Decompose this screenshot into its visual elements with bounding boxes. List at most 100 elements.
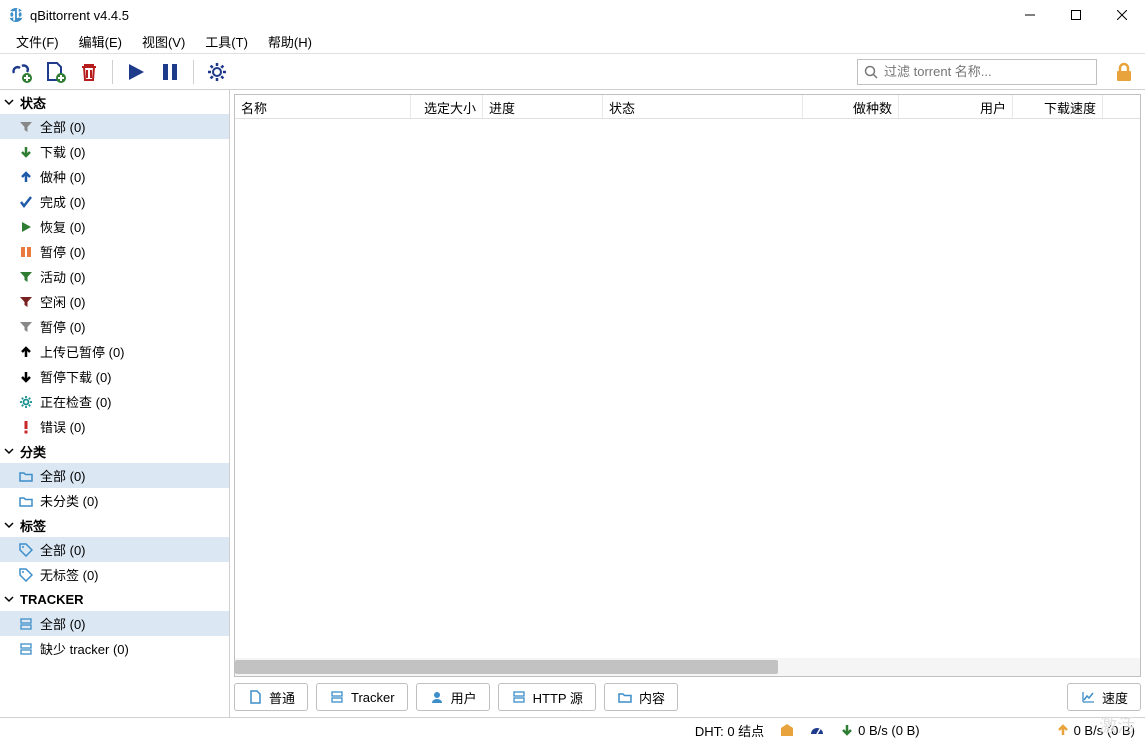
section-header[interactable]: 分类	[0, 439, 229, 463]
filter-label: 下载 (0)	[40, 142, 86, 161]
main-area: 名称选定大小进度状态做种数用户下载速度 普通Tracker用户HTTP 源内容 …	[230, 90, 1145, 717]
menu-file[interactable]: 文件(F)	[6, 30, 69, 53]
filter-label: 恢复 (0)	[40, 217, 86, 236]
filter-label: 无标签 (0)	[40, 565, 99, 584]
resume-button[interactable]	[121, 57, 151, 87]
filter-item[interactable]: 活动 (0)	[0, 264, 229, 289]
horizontal-scrollbar[interactable]	[235, 658, 1140, 676]
pause-orange-icon	[18, 244, 34, 260]
filter-label: 全部 (0)	[40, 117, 86, 136]
chevron-down-icon	[4, 446, 16, 456]
filter-item[interactable]: 全部 (0)	[0, 114, 229, 139]
table-header: 名称选定大小进度状态做种数用户下载速度	[235, 95, 1140, 119]
check-blue-icon	[18, 194, 34, 210]
filter-item[interactable]: 全部 (0)	[0, 463, 229, 488]
folder-blue-icon	[18, 468, 34, 484]
tab-speed[interactable]: 速度	[1067, 683, 1141, 711]
column-header[interactable]: 选定大小	[411, 95, 483, 118]
doc-icon	[247, 689, 263, 705]
column-header[interactable]: 名称	[235, 95, 411, 118]
filter-item[interactable]: 暂停 (0)	[0, 239, 229, 264]
menu-view[interactable]: 视图(V)	[132, 30, 195, 53]
dl-speed-label: 0 B/s (0 B)	[858, 723, 919, 738]
tab-普通[interactable]: 普通	[234, 683, 308, 711]
lock-button[interactable]	[1109, 57, 1139, 87]
section-header[interactable]: 状态	[0, 90, 229, 114]
column-header[interactable]: 状态	[603, 95, 803, 118]
download-speed[interactable]: 0 B/s (0 B)	[840, 723, 919, 738]
window-title: qBittorrent v4.4.5	[30, 8, 1007, 23]
filter-item[interactable]: 缺少 tracker (0)	[0, 636, 229, 661]
menu-edit[interactable]: 编辑(E)	[69, 30, 132, 53]
filter-search-box[interactable]	[857, 59, 1097, 85]
funnel-gray-icon	[18, 319, 34, 335]
filter-item[interactable]: 上传已暂停 (0)	[0, 339, 229, 364]
section-title: TRACKER	[20, 592, 84, 607]
column-header[interactable]: 下载速度	[1013, 95, 1103, 118]
filter-label: 正在检查 (0)	[40, 392, 112, 411]
column-header[interactable]: 进度	[483, 95, 603, 118]
pause-button[interactable]	[155, 57, 185, 87]
speed-limit-status[interactable]	[810, 723, 824, 737]
maximize-button[interactable]	[1053, 0, 1099, 30]
filter-item[interactable]: 错误 (0)	[0, 414, 229, 439]
menu-help[interactable]: 帮助(H)	[258, 30, 322, 53]
sidebar: 状态全部 (0) 下载 (0) 做种 (0) 完成 (0) 恢复 (0) 暂停 (0) 活动…	[0, 90, 230, 717]
arrow-up-black-icon	[18, 344, 34, 360]
svg-text:qb: qb	[8, 7, 24, 21]
user-icon	[429, 689, 445, 705]
minimize-button[interactable]	[1007, 0, 1053, 30]
filter-item[interactable]: 全部 (0)	[0, 611, 229, 636]
delete-button[interactable]	[74, 57, 104, 87]
filter-input[interactable]	[884, 64, 1090, 79]
upload-speed[interactable]: 0 B/s (0 B)	[1056, 723, 1135, 738]
tab-用户[interactable]: 用户	[416, 683, 490, 711]
separator	[193, 60, 194, 84]
filter-label: 错误 (0)	[40, 417, 86, 436]
table-body	[235, 119, 1140, 658]
tab-tracker[interactable]: Tracker	[316, 683, 408, 711]
funnel-red-icon	[18, 294, 34, 310]
menu-tools[interactable]: 工具(T)	[195, 30, 258, 53]
filter-item[interactable]: 正在检查 (0)	[0, 389, 229, 414]
chevron-down-icon	[4, 520, 16, 530]
filter-label: 未分类 (0)	[40, 491, 99, 510]
filter-item[interactable]: 全部 (0)	[0, 537, 229, 562]
close-button[interactable]	[1099, 0, 1145, 30]
filter-label: 暂停 (0)	[40, 317, 86, 336]
ul-speed-label: 0 B/s (0 B)	[1074, 723, 1135, 738]
filter-label: 暂停 (0)	[40, 242, 86, 261]
chevron-down-icon	[4, 594, 16, 604]
detail-tabs: 普通 Tracker 用户 HTTP 源 内容 速度	[234, 677, 1141, 713]
filter-item[interactable]: 暂停下载 (0)	[0, 364, 229, 389]
filter-item[interactable]: 恢复 (0)	[0, 214, 229, 239]
tab-内容[interactable]: 内容	[604, 683, 678, 711]
filter-item[interactable]: 未分类 (0)	[0, 488, 229, 513]
filter-item[interactable]: 无标签 (0)	[0, 562, 229, 587]
torrent-table[interactable]: 名称选定大小进度状态做种数用户下载速度	[234, 94, 1141, 677]
filter-item[interactable]: 空闲 (0)	[0, 289, 229, 314]
search-icon	[864, 65, 878, 79]
column-header[interactable]: 做种数	[803, 95, 899, 118]
filter-label: 空闲 (0)	[40, 292, 86, 311]
title-bar: qb qBittorrent v4.4.5	[0, 0, 1145, 30]
arrow-down-green-icon	[18, 144, 34, 160]
filter-item[interactable]: 完成 (0)	[0, 189, 229, 214]
add-link-button[interactable]	[6, 57, 36, 87]
add-file-button[interactable]	[40, 57, 70, 87]
tab-label: HTTP 源	[533, 688, 583, 707]
server-icon	[511, 689, 527, 705]
dht-label: DHT: 0 结点	[695, 721, 764, 740]
firewall-status[interactable]	[780, 723, 794, 737]
filter-label: 做种 (0)	[40, 167, 86, 186]
filter-label: 上传已暂停 (0)	[40, 342, 125, 361]
server-blue-icon	[18, 616, 34, 632]
column-header[interactable]: 用户	[899, 95, 1013, 118]
filter-item[interactable]: 下载 (0)	[0, 139, 229, 164]
tab-http-源[interactable]: HTTP 源	[498, 683, 596, 711]
filter-item[interactable]: 做种 (0)	[0, 164, 229, 189]
section-header[interactable]: TRACKER	[0, 587, 229, 611]
section-header[interactable]: 标签	[0, 513, 229, 537]
filter-item[interactable]: 暂停 (0)	[0, 314, 229, 339]
settings-button[interactable]	[202, 57, 232, 87]
